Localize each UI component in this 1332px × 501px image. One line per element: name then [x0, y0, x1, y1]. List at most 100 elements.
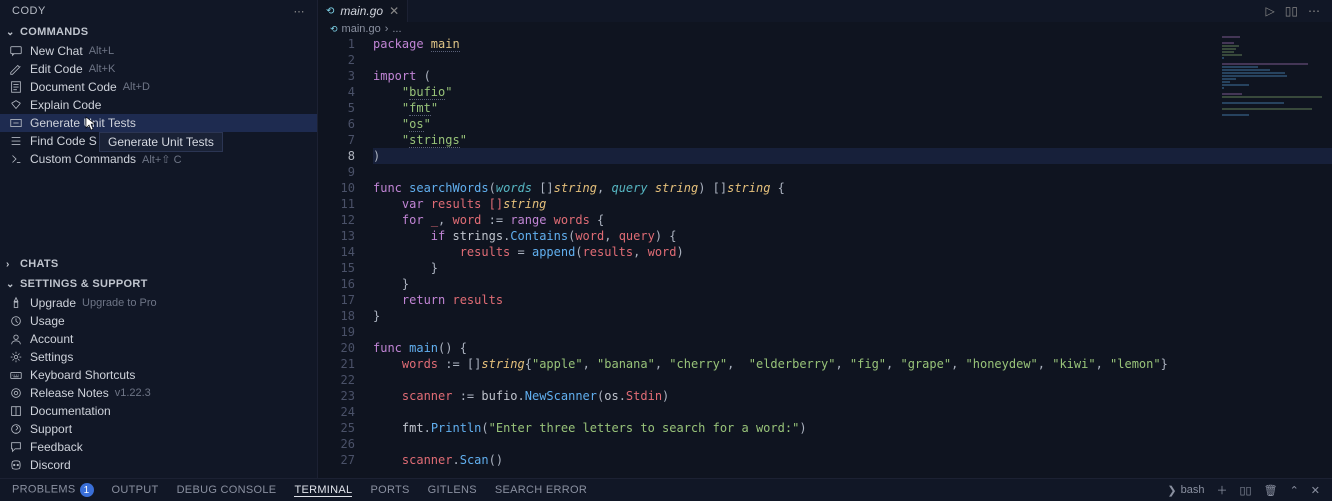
- settings-feedback[interactable]: Feedback: [0, 438, 317, 456]
- tab-main-go[interactable]: ⟲ main.go ✕: [318, 0, 408, 22]
- sidebar-more-icon[interactable]: ⋯: [294, 5, 306, 18]
- settings-usage[interactable]: Usage: [0, 312, 317, 330]
- go-file-icon: ⟲: [326, 6, 334, 17]
- upgrade-icon: [8, 295, 24, 311]
- usage-icon: [8, 313, 24, 329]
- terminal-profile[interactable]: ❯ bash: [1167, 484, 1204, 497]
- command-generate-unit-tests[interactable]: Generate Unit TestsGenerate Unit Tests: [0, 114, 317, 132]
- run-icon[interactable]: ▷: [1266, 4, 1275, 18]
- command-label: Document Code: [30, 80, 117, 94]
- minimap[interactable]: [1212, 36, 1332, 478]
- settings-label: Keyboard Shortcuts: [30, 368, 135, 382]
- settings-icon: [8, 349, 24, 365]
- split-terminal-icon[interactable]: ▯▯: [1239, 484, 1251, 497]
- settings-upgrade[interactable]: Upgrade Upgrade to Pro: [0, 294, 317, 312]
- release-icon: [8, 385, 24, 401]
- more-icon[interactable]: ⋯: [1308, 4, 1320, 18]
- settings-label: Release Notes: [30, 386, 109, 400]
- settings-label: Support: [30, 422, 72, 436]
- breadcrumb-file: main.go: [342, 23, 381, 35]
- command-label: New Chat: [30, 44, 83, 58]
- settings-discord[interactable]: Discord: [0, 456, 317, 474]
- section-chats-label: CHATS: [20, 258, 59, 270]
- custom-icon: [8, 151, 24, 167]
- panel-tab-debug-console[interactable]: DEBUG CONSOLE: [177, 484, 277, 496]
- settings-label: Discord: [30, 458, 71, 472]
- panel-tab-ports[interactable]: PORTS: [370, 484, 409, 496]
- chevron-down-icon: ⌄: [6, 279, 20, 290]
- settings-label: Account: [30, 332, 73, 346]
- settings-keyboard-shortcuts[interactable]: Keyboard Shortcuts: [0, 366, 317, 384]
- settings-hint: v1.22.3: [115, 387, 151, 399]
- discord-icon: [8, 457, 24, 473]
- section-commands-label: COMMANDS: [20, 26, 88, 38]
- settings-release-notes[interactable]: Release Notes v1.22.3: [0, 384, 317, 402]
- command-shortcut: Alt+D: [123, 81, 150, 93]
- command-edit-code[interactable]: Edit Code Alt+K: [0, 60, 317, 78]
- maximize-icon[interactable]: ⌃: [1290, 484, 1299, 497]
- bottom-panel: PROBLEMS1 OUTPUT DEBUG CONSOLE TERMINAL PORT…: [0, 478, 1332, 501]
- command-shortcut: Alt+K: [89, 63, 116, 75]
- command-shortcut: Alt+L: [89, 45, 114, 57]
- smell-icon: [8, 133, 24, 149]
- tab-name: main.go: [340, 4, 383, 18]
- tab-bar: ⟲ main.go ✕ ▷ ▯▯ ⋯: [318, 0, 1332, 22]
- terminal-name: bash: [1181, 484, 1205, 496]
- panel-tab-search-error[interactable]: SEARCH ERROR: [495, 484, 587, 496]
- account-icon: [8, 331, 24, 347]
- feedback-icon: [8, 439, 24, 455]
- settings-label: Upgrade: [30, 296, 76, 310]
- settings-settings[interactable]: Settings: [0, 348, 317, 366]
- edit-icon: [8, 61, 24, 77]
- command-label: Explain Code: [30, 98, 101, 112]
- close-panel-icon[interactable]: ✕: [1311, 484, 1320, 497]
- panel-tab-output[interactable]: OUTPUT: [112, 484, 159, 496]
- command-document-code[interactable]: Document Code Alt+D: [0, 78, 317, 96]
- breadcrumb-sep: ›: [385, 23, 389, 35]
- settings-support[interactable]: Support: [0, 420, 317, 438]
- sidebar-title: CODY ⋯: [0, 0, 317, 22]
- command-shortcut: Alt+⇧ C: [142, 153, 181, 166]
- support-icon: [8, 421, 24, 437]
- settings-account[interactable]: Account: [0, 330, 317, 348]
- trash-icon[interactable]: 🗑: [1264, 484, 1278, 497]
- panel-tab-problems[interactable]: PROBLEMS1: [12, 483, 94, 497]
- command-label: Edit Code: [30, 62, 83, 76]
- code-editor[interactable]: 1234567891011121314151617181920212223242…: [318, 36, 1332, 478]
- command-find-code-smells[interactable]: Find Code S: [0, 132, 317, 150]
- command-new-chat[interactable]: New Chat Alt+L: [0, 42, 317, 60]
- settings-label: Settings: [30, 350, 73, 364]
- chat-icon: [8, 43, 24, 59]
- settings-documentation[interactable]: Documentation: [0, 402, 317, 420]
- section-commands[interactable]: ⌄ COMMANDS: [0, 22, 317, 42]
- go-file-icon: ⟲: [330, 24, 338, 35]
- section-chats[interactable]: › CHATS: [0, 254, 317, 274]
- add-terminal-icon[interactable]: ＋: [1216, 482, 1227, 498]
- settings-label: Usage: [30, 314, 65, 328]
- chevron-down-icon: ⌄: [6, 27, 20, 38]
- section-settings-label: SETTINGS & SUPPORT: [20, 278, 148, 290]
- chevron-right-icon: ›: [6, 259, 20, 270]
- section-settings[interactable]: ⌄ SETTINGS & SUPPORT: [0, 274, 317, 294]
- line-gutter: 1234567891011121314151617181920212223242…: [318, 36, 373, 478]
- settings-label: Documentation: [30, 404, 111, 418]
- command-explain-code[interactable]: Explain Code: [0, 96, 317, 114]
- panel-tab-terminal[interactable]: TERMINAL: [294, 484, 352, 497]
- docu-icon: [8, 403, 24, 419]
- split-icon[interactable]: ▯▯: [1285, 4, 1298, 18]
- breadcrumb[interactable]: ⟲ main.go › ...: [318, 22, 1332, 36]
- panel-tab-gitlens[interactable]: GITLENS: [428, 484, 477, 496]
- command-custom-commands[interactable]: Custom Commands Alt+⇧ C: [0, 150, 317, 168]
- breadcrumb-rest: ...: [392, 23, 401, 35]
- sidebar: CODY ⋯ ⌄ COMMANDS New Chat Alt+L Edit Code…: [0, 0, 318, 478]
- code-lines[interactable]: package mainimport ( "bufio" "fmt" "os" …: [373, 36, 1332, 478]
- command-label: Find Code S: [30, 134, 97, 148]
- tab-actions: ▷ ▯▯ ⋯: [1266, 4, 1332, 18]
- keyboard-icon: [8, 367, 24, 383]
- test-icon: [8, 115, 24, 131]
- command-label: Custom Commands: [30, 152, 136, 166]
- settings-hint: Upgrade to Pro: [82, 297, 157, 309]
- editor-area: ⟲ main.go ✕ ▷ ▯▯ ⋯ ⟲ main.go › ... 12345…: [318, 0, 1332, 478]
- doc-icon: [8, 79, 24, 95]
- close-icon[interactable]: ✕: [389, 4, 399, 18]
